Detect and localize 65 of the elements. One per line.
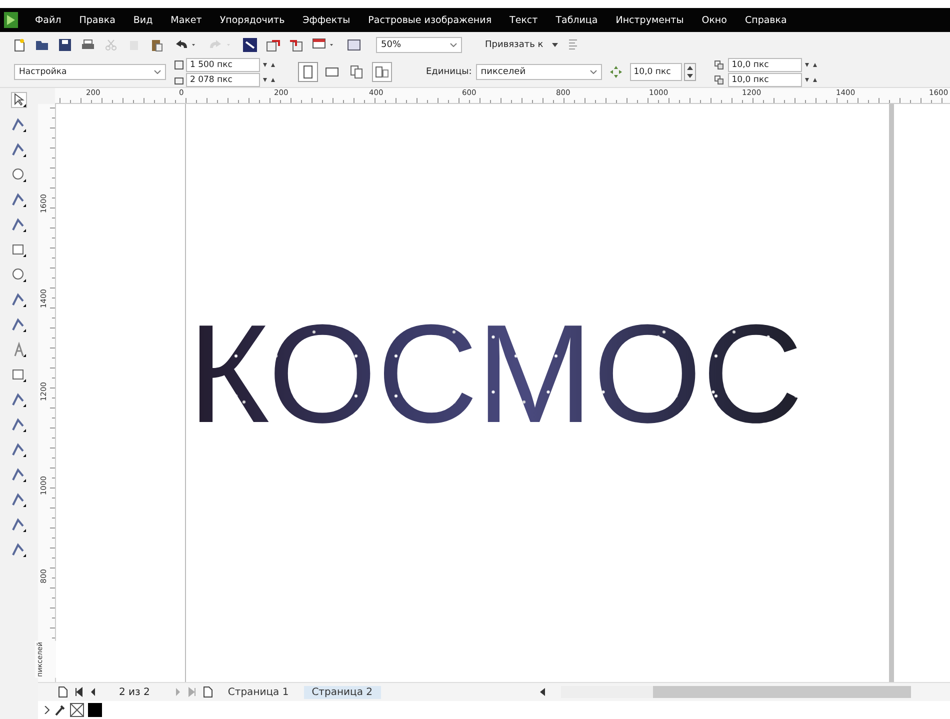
menu-item[interactable]: Окно (692, 14, 736, 26)
preset-dropdown[interactable]: Настройка (14, 64, 166, 80)
save-icon[interactable] (58, 38, 72, 52)
clipboard-icon[interactable] (150, 38, 164, 52)
guidelines-icon[interactable] (567, 38, 580, 52)
zoom-dropdown[interactable]: 50% (376, 36, 462, 52)
menu-item[interactable]: Макет (162, 14, 211, 26)
caret-icon (450, 42, 457, 46)
height-field[interactable]: 2 078 пкс (186, 72, 260, 86)
page-height-icon (174, 74, 184, 84)
menu-item[interactable]: Правка (70, 14, 124, 26)
menu-item[interactable]: Справка (736, 14, 796, 26)
spinner-icon[interactable] (684, 63, 696, 81)
menu-item[interactable]: Файл (26, 14, 70, 26)
spinner-icon[interactable] (804, 60, 818, 68)
menu-item[interactable]: Инструменты (606, 14, 693, 26)
duplicate-x-field[interactable]: 10,0 пкс (728, 58, 802, 72)
menu-item[interactable]: Эффекты (294, 14, 360, 26)
caret-icon (154, 70, 161, 74)
units-label: Единицы: (426, 67, 472, 77)
width-field[interactable]: 1 500 пкс (186, 58, 260, 72)
menu-item[interactable]: Растровые изображения (359, 14, 501, 26)
caret-icon[interactable] (552, 42, 558, 46)
import-icon[interactable] (266, 38, 280, 52)
spinner-icon[interactable] (262, 76, 276, 84)
export-icon[interactable] (289, 38, 303, 52)
scrollbar-thumb[interactable] (652, 686, 910, 698)
previous-page-icon[interactable] (90, 687, 96, 697)
page-tab[interactable]: Страница 2 (304, 686, 380, 698)
menu-item[interactable]: Текст (500, 14, 547, 26)
no-color-swatch-icon[interactable] (70, 703, 84, 717)
nudge-field[interactable]: 10,0 пкс (630, 63, 682, 81)
duplicate-x-icon (714, 60, 726, 70)
color-swatch-icon[interactable] (88, 703, 102, 717)
app-launcher-icon[interactable] (243, 38, 257, 52)
horizontal-scrollbar[interactable] (560, 686, 910, 698)
current-page-icon[interactable] (372, 62, 392, 82)
menu-item[interactable]: Вид (124, 14, 162, 26)
snap-button[interactable]: Привязать к (485, 40, 544, 50)
add-page-icon[interactable] (202, 686, 213, 698)
caret-icon (590, 70, 597, 74)
print-icon[interactable] (81, 38, 95, 52)
spinner-icon[interactable] (262, 60, 276, 68)
menu-item[interactable]: Упорядочить (210, 14, 294, 26)
portrait-page-icon[interactable] (298, 62, 318, 82)
app-logo-icon (4, 12, 18, 28)
duplicate-y-field[interactable]: 10,0 пкс (728, 72, 802, 86)
spinner-icon[interactable] (804, 76, 818, 84)
menu-item[interactable]: Таблица (546, 14, 607, 26)
eyedropper-icon[interactable] (54, 704, 66, 716)
duplicate-y-icon (714, 74, 726, 84)
page-counter: 2 из 2 (119, 686, 150, 698)
rect-tool-icon[interactable] (11, 242, 27, 258)
add-page-icon[interactable] (58, 686, 68, 698)
page-tab[interactable]: Страница 1 (220, 686, 297, 698)
ellipse-tool-icon[interactable] (11, 267, 27, 283)
all-pages-icon[interactable] (350, 65, 364, 79)
nudge-icon (610, 66, 622, 78)
first-page-icon[interactable] (75, 687, 83, 697)
fullscreen-icon[interactable] (347, 38, 361, 52)
pointer-tool-icon[interactable] (11, 92, 27, 108)
units-dropdown[interactable]: пикселей (476, 64, 602, 80)
new-document-icon[interactable] (12, 38, 26, 52)
page-width-icon (174, 60, 184, 70)
scroll-left-icon[interactable] (540, 688, 546, 696)
